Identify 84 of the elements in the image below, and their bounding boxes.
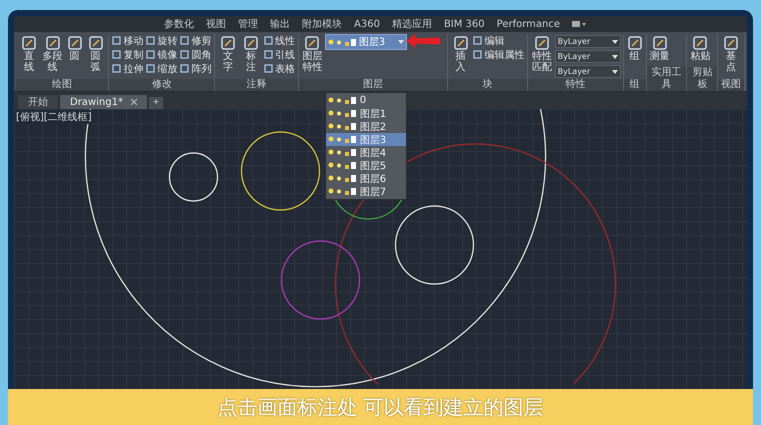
ribbon-tool-button[interactable]: 镜像 [145, 48, 178, 61]
ribbon-tool-button[interactable]: 编辑 [472, 34, 526, 47]
layer-state-icon [328, 38, 356, 46]
layer-state-icon [328, 109, 356, 118]
caption-text: 点击画面标注处 可以看到建立的图层 [217, 394, 544, 420]
tool-icon [652, 35, 668, 51]
ribbon-tool-button[interactable]: 粘贴 [689, 34, 712, 63]
ribbon-tool-button[interactable]: 引线 [262, 48, 296, 61]
tool-icon [66, 35, 83, 51]
ribbon-tab[interactable]: 附加模块 [302, 17, 342, 31]
panel-title[interactable]: 注释 [215, 79, 298, 91]
ribbon-tool-button[interactable]: 组 [626, 34, 644, 63]
panel-title[interactable]: 特性 [528, 79, 623, 91]
tool-icon [44, 35, 61, 51]
tool-icon [20, 35, 37, 51]
panel-title[interactable]: 视图 [718, 79, 744, 91]
ribbon-tab[interactable]: 管理 [238, 17, 258, 31]
ribbon-tool-button[interactable]: 文字 [217, 34, 240, 74]
panel-title[interactable]: 块 [448, 79, 528, 91]
panel-title[interactable]: 修改 [109, 79, 214, 91]
layer-dropdown[interactable]: 图层3 [324, 34, 407, 50]
ribbon-tool-button[interactable]: 圆 [66, 34, 84, 63]
tool-icon [626, 35, 643, 51]
close-icon[interactable] [130, 99, 137, 105]
ribbon-tool-button[interactable]: 特性匹配 [530, 34, 554, 74]
panel-title[interactable]: 组 [624, 79, 646, 91]
ribbon-tool-button[interactable]: 修剪 [179, 34, 212, 47]
property-dropdown[interactable]: ByLayer [554, 50, 621, 63]
ribbon-tool-button[interactable]: 多段线 [40, 34, 65, 74]
ribbon-tab[interactable]: Performance [496, 18, 560, 30]
caret-icon [612, 40, 618, 44]
ribbon-tool-button[interactable]: 阵列 [179, 62, 212, 75]
tool-icon [242, 35, 259, 51]
layer-list-item[interactable]: 图层2 [326, 120, 406, 133]
file-tab[interactable]: 开始 [18, 95, 58, 109]
ribbon-tab[interactable]: 输出 [270, 17, 290, 31]
ribbon-tool-button[interactable]: 旋转 [145, 34, 178, 47]
tool-icon [452, 35, 469, 51]
caret-icon [612, 54, 618, 58]
tool-icon [304, 35, 320, 51]
ribbon-tool-button[interactable]: 圆弧 [84, 34, 106, 74]
file-tab[interactable]: Drawing1* [60, 95, 147, 109]
ribbon-tool-button[interactable]: 编辑属性 [472, 48, 526, 61]
tool-icon [534, 35, 550, 51]
ribbon-tool-button[interactable]: 线性 [262, 34, 296, 47]
panel-title[interactable]: 剪贴板 [687, 67, 718, 91]
tool-icon [723, 35, 740, 51]
ribbon-tab[interactable]: BIM 360 [444, 18, 485, 30]
ribbon-tool-button[interactable]: 圆角 [179, 48, 212, 61]
ribbon-tool-button[interactable]: 表格 [262, 62, 296, 75]
tool-icon [692, 35, 708, 51]
arrow-annotation [406, 34, 440, 48]
ribbon-tab[interactable]: 参数化 [164, 17, 194, 31]
ribbon-tool-button[interactable]: 缩放 [145, 62, 178, 75]
tool-icon [88, 35, 104, 51]
ribbon-tool-button[interactable]: 测量 [648, 34, 671, 63]
property-dropdown[interactable]: ByLayer [554, 35, 621, 48]
layer-state-icon [328, 122, 356, 131]
viewport-label[interactable]: [俯视][二维线框] [16, 110, 92, 124]
tool-icon [220, 35, 236, 51]
caret-icon [612, 70, 618, 74]
panel-title[interactable]: 实用工具 [646, 67, 686, 91]
ribbon-tool-button[interactable]: 图层特性 [300, 34, 324, 74]
property-dropdown[interactable]: ByLayer [554, 65, 621, 78]
ribbon-tool-button[interactable]: 移动 [111, 34, 144, 47]
panel-title[interactable]: 绘图 [16, 79, 108, 91]
ribbon-tool-button[interactable]: 复制 [111, 48, 144, 61]
caret-icon [398, 40, 404, 44]
tab-options-icon[interactable] [572, 20, 586, 28]
ribbon-tool-button[interactable]: 插入 [450, 34, 472, 74]
circle [168, 152, 218, 202]
ribbon-tool-button[interactable]: 直线 [18, 34, 40, 74]
layer-list-item[interactable]: 图层1 [326, 107, 406, 120]
ribbon-tool-button[interactable]: 基点 [720, 34, 742, 74]
ribbon-tab[interactable]: 精选应用 [392, 17, 432, 31]
ribbon-tab[interactable]: 视图 [206, 17, 226, 31]
layer-state-icon [328, 135, 356, 144]
layer-state-icon [328, 96, 356, 105]
ribbon-tab[interactable]: A360 [354, 18, 380, 30]
new-tab-button[interactable]: + [148, 97, 163, 109]
ribbon-tool-button[interactable]: 标注 [240, 34, 262, 74]
ribbon-tool-button[interactable]: 拉伸 [111, 62, 144, 75]
panel-title[interactable]: 图层 [298, 79, 447, 91]
layer-list-item[interactable]: 0 [326, 94, 406, 107]
